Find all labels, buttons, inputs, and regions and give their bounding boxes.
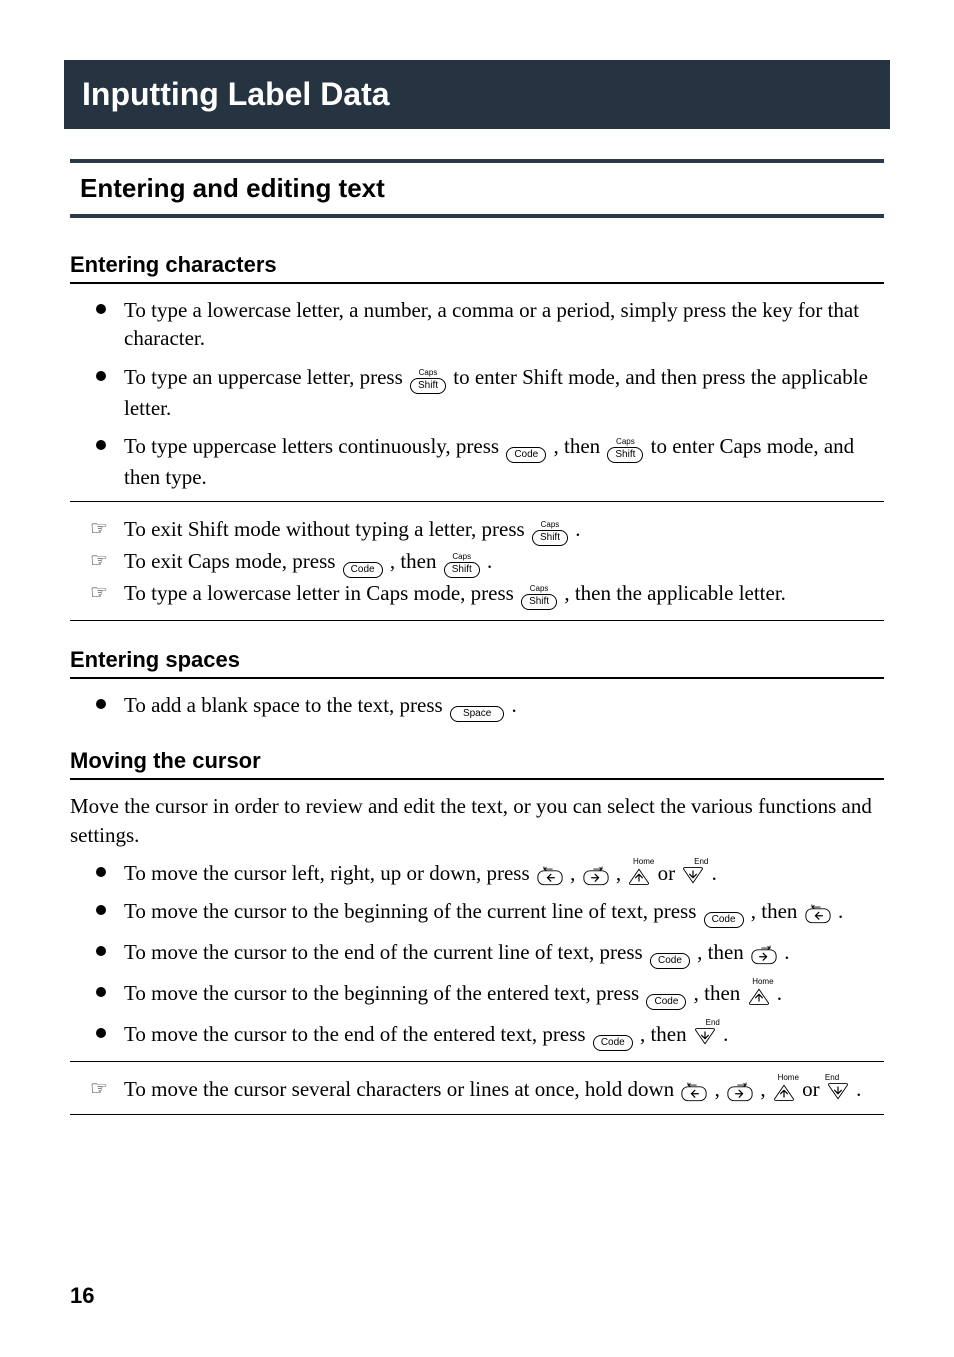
space-key-icon: Space	[450, 706, 504, 722]
text: , then	[694, 981, 746, 1005]
list-item: To move the cursor left, right, up or do…	[118, 859, 884, 887]
arrow-up-key-icon: Home	[773, 1082, 795, 1102]
chapter-heading: Inputting Label Data	[64, 60, 890, 129]
shift-key-icon: Shift	[521, 594, 557, 610]
list-item: To type a lowercase letter, a number, a …	[118, 296, 884, 353]
section-heading: Entering and editing text	[70, 159, 884, 218]
note-item: To move the cursor several characters or…	[118, 1076, 884, 1103]
text: To exit Shift mode without typing a lett…	[124, 517, 530, 541]
arrow-right-key-icon	[727, 1082, 753, 1102]
text: .	[723, 1022, 728, 1046]
text: To move the cursor to the end of the ent…	[124, 1022, 591, 1046]
text: To type a lowercase letter, a number, a …	[124, 298, 859, 350]
text: To type a lowercase letter in Caps mode,…	[124, 581, 519, 605]
text: .	[487, 549, 492, 573]
text: .	[512, 693, 517, 717]
page-number: 16	[70, 1283, 94, 1309]
text: To type uppercase letters continuously, …	[124, 434, 504, 458]
arrow-right-key-icon	[751, 945, 777, 965]
text: , then	[390, 549, 442, 573]
page: Inputting Label Data Entering and editin…	[0, 0, 954, 1357]
text: To move the cursor to the end of the cur…	[124, 940, 648, 964]
note-block-moving-cursor: To move the cursor several characters or…	[70, 1061, 884, 1114]
text: To move the cursor to the beginning of t…	[124, 899, 702, 923]
note-item: To exit Caps mode, press Code , then Shi…	[118, 548, 884, 578]
text: To move the cursor to the beginning of t…	[124, 981, 644, 1005]
arrow-down-key-icon: End	[827, 1082, 849, 1102]
code-key-icon: Code	[506, 447, 546, 463]
text: To add a blank space to the text, press	[124, 693, 448, 717]
bullet-list-moving-cursor: To move the cursor left, right, up or do…	[70, 859, 884, 1051]
text: .	[777, 981, 782, 1005]
text: , then	[697, 940, 749, 964]
text: .	[712, 861, 717, 885]
arrow-right-key-icon	[583, 866, 609, 886]
end-label: End	[825, 1073, 839, 1083]
text: , then	[640, 1022, 692, 1046]
text: , then the applicable letter.	[564, 581, 786, 605]
text: .	[838, 899, 843, 923]
list-item: To type uppercase letters continuously, …	[118, 432, 884, 491]
text: To type an uppercase letter, press	[124, 365, 408, 389]
shift-key-icon: Shift	[444, 562, 480, 578]
text: or	[802, 1077, 825, 1101]
text: To move the cursor several characters or…	[124, 1077, 679, 1101]
code-key-icon: Code	[650, 953, 690, 969]
text: ,	[616, 861, 627, 885]
code-key-icon: Code	[646, 994, 686, 1010]
note-block-entering-characters: To exit Shift mode without typing a lett…	[70, 501, 884, 621]
intro-text: Move the cursor in order to review and e…	[70, 792, 884, 849]
text: ,	[760, 1077, 771, 1101]
text: ,	[570, 861, 581, 885]
arrow-left-key-icon	[537, 866, 563, 886]
home-label: Home	[778, 1073, 799, 1083]
text: .	[856, 1077, 861, 1101]
end-label: End	[694, 857, 708, 868]
text: .	[575, 517, 580, 541]
text: ,	[715, 1077, 726, 1101]
text: , then	[751, 899, 803, 923]
subsection-heading-entering-characters: Entering characters	[70, 252, 884, 284]
arrow-up-key-icon: Home	[748, 986, 770, 1006]
list-item: To type an uppercase letter, press Shift…	[118, 363, 884, 422]
text: .	[784, 940, 789, 964]
text: or	[658, 861, 681, 885]
shift-key-icon: Shift	[410, 378, 446, 394]
list-item: To move the cursor to the end of the ent…	[118, 1020, 884, 1051]
code-key-icon: Code	[343, 562, 383, 578]
list-item: To move the cursor to the end of the cur…	[118, 938, 884, 969]
note-list: To move the cursor several characters or…	[70, 1076, 884, 1103]
arrow-down-key-icon: End	[694, 1027, 716, 1047]
text: , then	[553, 434, 605, 458]
subsection-heading-entering-spaces: Entering spaces	[70, 647, 884, 679]
home-label: Home	[752, 977, 773, 988]
note-item: To type a lowercase letter in Caps mode,…	[118, 580, 884, 610]
text: To exit Caps mode, press	[124, 549, 341, 573]
arrow-left-key-icon	[681, 1082, 707, 1102]
shift-key-icon: Shift	[532, 530, 568, 546]
shift-key-icon: Shift	[607, 447, 643, 463]
list-item: To move the cursor to the beginning of t…	[118, 979, 884, 1010]
list-item: To move the cursor to the beginning of t…	[118, 897, 884, 928]
home-label: Home	[633, 857, 654, 868]
arrow-down-key-icon: End	[682, 866, 704, 886]
bullet-list-entering-spaces: To add a blank space to the text, press …	[70, 691, 884, 722]
list-item: To add a blank space to the text, press …	[118, 691, 884, 722]
arrow-left-key-icon	[805, 904, 831, 924]
arrow-up-key-icon: Home	[628, 866, 650, 886]
bullet-list-entering-characters: To type a lowercase letter, a number, a …	[70, 296, 884, 491]
end-label: End	[706, 1018, 720, 1029]
code-key-icon: Code	[593, 1035, 633, 1051]
subsection-heading-moving-cursor: Moving the cursor	[70, 748, 884, 780]
note-list: To exit Shift mode without typing a lett…	[70, 516, 884, 610]
text: To move the cursor left, right, up or do…	[124, 861, 535, 885]
note-item: To exit Shift mode without typing a lett…	[118, 516, 884, 546]
code-key-icon: Code	[704, 912, 744, 928]
